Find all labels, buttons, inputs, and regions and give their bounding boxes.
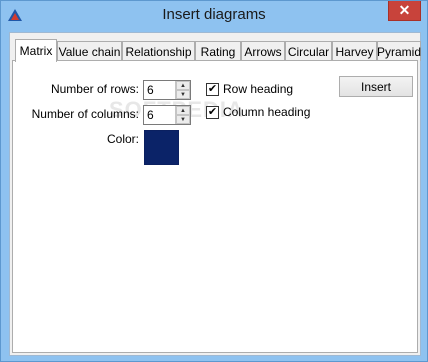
title-bar[interactable]: Insert diagrams ✕ bbox=[1, 1, 427, 31]
close-button[interactable]: ✕ bbox=[388, 1, 421, 21]
tab-label: Relationship bbox=[125, 44, 192, 59]
tab-arrows[interactable]: Arrows bbox=[241, 41, 285, 61]
tab-harvey[interactable]: Harvey bbox=[332, 41, 377, 61]
check-icon: ✔ bbox=[207, 83, 218, 95]
insert-diagrams-window: Insert diagrams ✕ Matrix Value chain Rel… bbox=[0, 0, 428, 362]
column-heading-checkbox[interactable]: ✔ bbox=[206, 106, 219, 119]
tab-label: Value chain bbox=[58, 44, 121, 59]
tab-label: Harvey bbox=[335, 44, 374, 59]
rows-label: Number of rows: bbox=[50, 82, 139, 96]
columns-spinner[interactable]: ▲ ▼ bbox=[143, 105, 191, 125]
column-heading-label: Column heading bbox=[223, 105, 311, 119]
color-label: Color: bbox=[106, 132, 139, 146]
color-swatch[interactable] bbox=[144, 130, 179, 165]
tab-label: Arrows bbox=[244, 44, 282, 59]
insert-button-label: Insert bbox=[360, 79, 391, 94]
columns-spin-buttons: ▲ ▼ bbox=[175, 106, 190, 124]
columns-spin-up-button[interactable]: ▲ bbox=[176, 106, 190, 115]
tab-circular[interactable]: Circular bbox=[285, 41, 332, 61]
columns-label: Number of columns: bbox=[31, 107, 139, 121]
tab-relationship[interactable]: Relationship bbox=[122, 41, 195, 61]
insert-button[interactable]: Insert bbox=[339, 76, 413, 97]
tab-label: Pyramid bbox=[377, 44, 422, 59]
rows-spinner[interactable]: ▲ ▼ bbox=[143, 80, 191, 100]
close-icon: ✕ bbox=[398, 2, 411, 18]
rows-spin-down-button[interactable]: ▼ bbox=[176, 90, 190, 99]
row-heading-checkbox[interactable]: ✔ bbox=[206, 83, 219, 96]
chevron-down-icon: ▼ bbox=[180, 91, 186, 98]
chevron-down-icon: ▼ bbox=[180, 116, 186, 123]
row-heading-label: Row heading bbox=[223, 82, 294, 96]
tab-strip: Matrix Value chain Relationship Rating A… bbox=[11, 39, 421, 62]
matrix-tab-panel: SOFTPEDIA Number of rows: ▲ ▼ Number of … bbox=[12, 60, 418, 353]
check-icon: ✔ bbox=[207, 106, 218, 118]
tab-rating[interactable]: Rating bbox=[195, 41, 241, 61]
chevron-up-icon: ▲ bbox=[180, 82, 186, 89]
tab-label: Rating bbox=[200, 44, 236, 59]
columns-input[interactable] bbox=[144, 106, 176, 124]
rows-spin-buttons: ▲ ▼ bbox=[175, 81, 190, 99]
tab-value-chain[interactable]: Value chain bbox=[57, 41, 122, 61]
columns-spin-down-button[interactable]: ▼ bbox=[176, 115, 190, 124]
rows-input[interactable] bbox=[144, 81, 176, 99]
chevron-up-icon: ▲ bbox=[180, 107, 186, 114]
window-title: Insert diagrams bbox=[162, 6, 266, 23]
tab-matrix[interactable]: Matrix bbox=[15, 39, 57, 62]
tab-pyramid[interactable]: Pyramid bbox=[377, 41, 421, 61]
dialog-client-area: Matrix Value chain Relationship Rating A… bbox=[9, 32, 421, 356]
tab-label: Matrix bbox=[19, 44, 53, 58]
tab-label: Circular bbox=[287, 44, 330, 59]
rows-spin-up-button[interactable]: ▲ bbox=[176, 81, 190, 90]
